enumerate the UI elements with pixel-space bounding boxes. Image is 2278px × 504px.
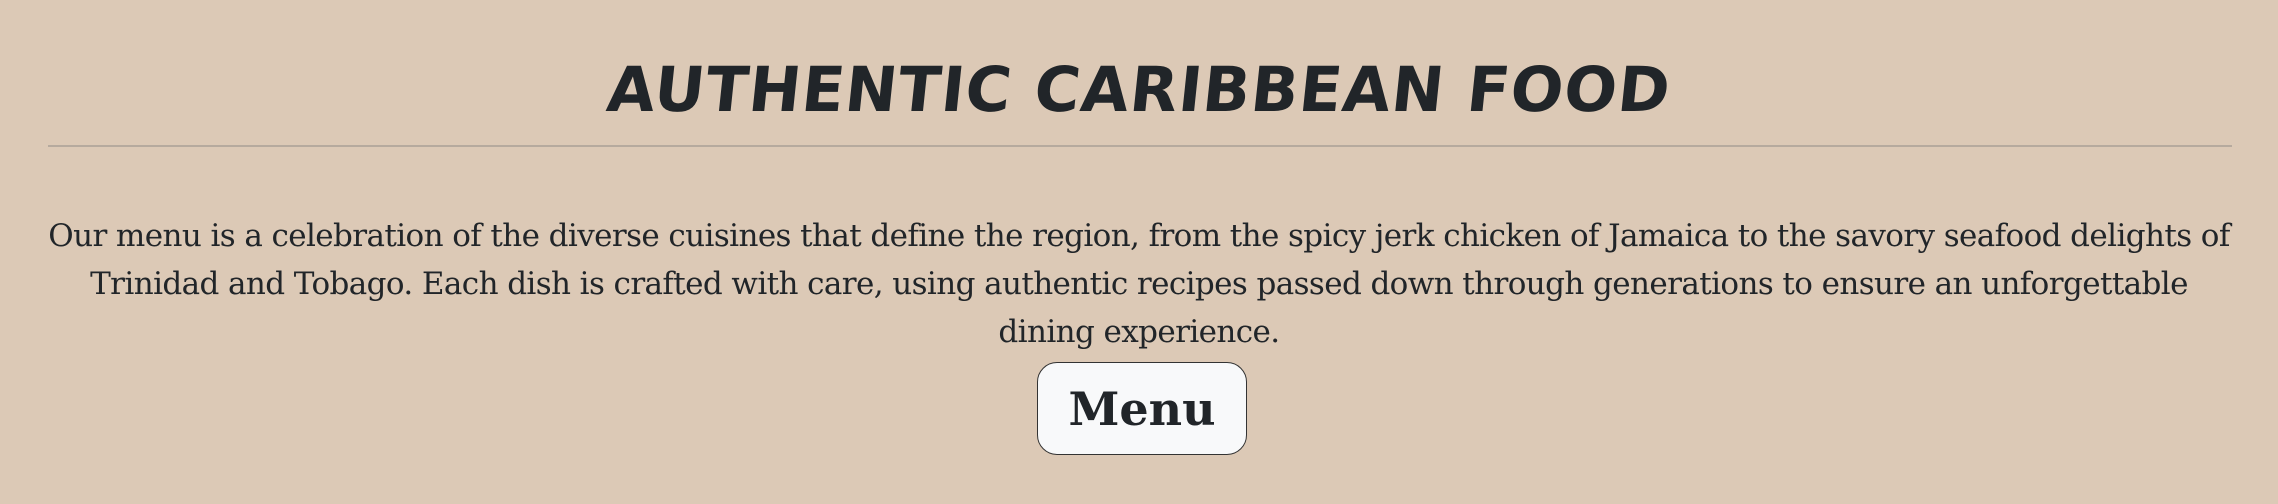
menu-button[interactable]: Menu xyxy=(1037,362,1247,455)
section-description: Our menu is a celebration of the diverse… xyxy=(48,218,2230,350)
about-section: AUTHENTIC CARIBBEAN FOOD Our menu is a c… xyxy=(0,0,2278,504)
section-title: AUTHENTIC CARIBBEAN FOOD xyxy=(603,53,1675,126)
title-divider xyxy=(48,145,2232,147)
